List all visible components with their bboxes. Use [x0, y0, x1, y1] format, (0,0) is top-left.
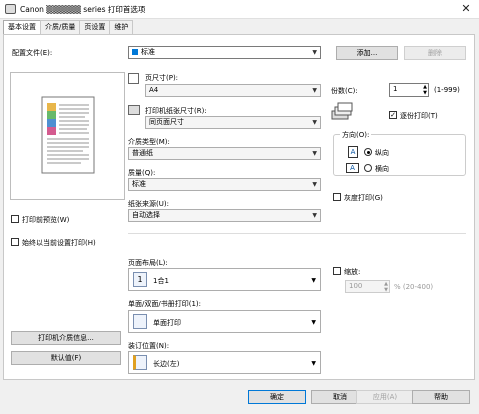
quality-label: 质量(Q): [128, 169, 156, 177]
chevron-down-icon: ▼ [312, 181, 317, 188]
page-size-select[interactable]: A4 ▼ [145, 84, 321, 97]
binding-left-icon [133, 355, 147, 370]
delete-profile-button[interactable]: 删除 [404, 46, 466, 60]
duplex-label: 单面/双面/书册打印(1): [128, 300, 201, 308]
page-size-value: A4 [149, 86, 159, 94]
section-divider [128, 233, 466, 234]
tab-media-quality[interactable]: 介质/质量 [40, 20, 81, 34]
paper-size-value: 同页面尺寸 [149, 118, 184, 126]
print-preview [10, 72, 125, 200]
binding-select[interactable]: 长边(左) ▼ [128, 351, 321, 374]
tab-basic[interactable]: 基本设置 [3, 20, 41, 35]
tab-maintenance[interactable]: 维护 [109, 20, 134, 34]
paper-size-select[interactable]: 同页面尺寸 ▼ [145, 116, 321, 129]
window-title: Canon ▒▒▒▒▒▒ series 打印首选项 [20, 5, 146, 14]
spinner-arrows-icon[interactable]: ▲ ▼ [384, 281, 388, 292]
tab-bar: 基本设置 介质/质量 页设置 维护 [3, 20, 134, 35]
copies-range: (1-999) [434, 86, 460, 94]
paper-source-value: 自动选择 [132, 211, 160, 219]
duplex-select[interactable]: 单面打印 ▼ [128, 310, 321, 333]
help-button[interactable]: 帮助 [412, 390, 470, 404]
single-side-icon [133, 314, 147, 329]
title-bar: Canon ▒▒▒▒▒▒ series 打印首选项 ✕ [0, 0, 479, 19]
profile-icon [132, 49, 138, 55]
landscape-label: 横向 [375, 165, 389, 173]
chevron-down-icon: ▼ [311, 277, 316, 284]
grayscale-label: 灰度打印(G) [344, 194, 383, 202]
media-type-label: 介质类型(M): [128, 138, 170, 146]
chevron-down-icon: ▼ [312, 150, 317, 157]
collate-pages-icon [330, 100, 354, 124]
tab-page-setup[interactable]: 页设置 [79, 20, 111, 34]
add-profile-button[interactable]: 添加... [336, 46, 398, 60]
chevron-down-icon: ▼ [312, 119, 317, 126]
binding-label: 装订位置(N): [128, 342, 170, 350]
copies-label: 份数(C): [331, 87, 358, 95]
scale-checkbox[interactable] [333, 267, 341, 275]
grayscale-checkbox[interactable] [333, 193, 341, 201]
landscape-icon: A [346, 163, 359, 173]
printer-app-icon [5, 4, 16, 14]
profile-label: 配置文件(E): [12, 49, 53, 57]
chevron-down-icon: ▼ [311, 360, 316, 367]
chevron-down-icon: ▼ [311, 319, 316, 326]
page-layout-value: 1合1 [153, 277, 169, 285]
page-layout-label: 页面布局(L): [128, 259, 168, 267]
chevron-down-icon: ▼ [312, 87, 317, 94]
preview-page-illustration [41, 96, 95, 174]
collate-label: 逐份打印(T) [400, 112, 438, 120]
media-type-value: 普通纸 [132, 149, 153, 157]
copies-value: 1 [393, 85, 398, 93]
portrait-label: 纵向 [375, 149, 389, 157]
preview-before-print-label: 打印前预览(W) [22, 216, 70, 224]
copies-input[interactable]: 1 ▲ ▼ [389, 83, 429, 97]
ok-button[interactable]: 确定 [248, 390, 306, 404]
always-current-settings-checkbox[interactable] [11, 238, 19, 246]
chevron-down-icon: ▼ [312, 212, 317, 219]
always-current-settings-label: 始终以当前设置打印(H) [22, 239, 96, 247]
portrait-icon: A [348, 146, 358, 158]
media-type-select[interactable]: 普通纸 ▼ [128, 147, 321, 160]
profile-select[interactable]: 标准 ▼ [128, 46, 321, 59]
scale-value: 100 [349, 282, 363, 290]
paper-source-select[interactable]: 自动选择 ▼ [128, 209, 321, 222]
scale-label: 缩放: [344, 268, 361, 276]
scale-input[interactable]: 100 ▲ ▼ [345, 280, 390, 293]
quality-value: 标准 [132, 180, 146, 188]
paper-size-label: 打印机纸张尺寸(R): [145, 107, 207, 115]
preview-before-print-checkbox[interactable] [11, 215, 19, 223]
media-info-button[interactable]: 打印机介质信息... [11, 331, 121, 345]
paper-source-label: 纸张来源(U): [128, 200, 169, 208]
page-layout-icon: 1 [133, 272, 147, 287]
collate-checkbox[interactable]: ✓ [389, 111, 397, 119]
page-size-icon [128, 73, 139, 84]
defaults-button[interactable]: 默认值(F) [11, 351, 121, 365]
duplex-value: 单面打印 [153, 319, 181, 327]
scale-range: % (20-400) [394, 283, 434, 291]
page-layout-select[interactable]: 1 1合1 ▼ [128, 268, 321, 291]
portrait-radio[interactable] [364, 148, 372, 156]
page-size-label: 页尺寸(P): [145, 74, 179, 82]
chevron-down-icon: ▼ [312, 49, 317, 56]
apply-button[interactable]: 应用(A) [356, 390, 414, 404]
printer-paper-icon [128, 105, 140, 115]
orientation-label: 方向(O): [340, 130, 372, 140]
close-button[interactable]: ✕ [458, 2, 474, 16]
binding-value: 长边(左) [153, 360, 180, 368]
landscape-radio[interactable] [364, 164, 372, 172]
quality-select[interactable]: 标准 ▼ [128, 178, 321, 191]
profile-value: 标准 [141, 48, 155, 56]
spinner-arrows-icon[interactable]: ▲ ▼ [423, 84, 427, 96]
